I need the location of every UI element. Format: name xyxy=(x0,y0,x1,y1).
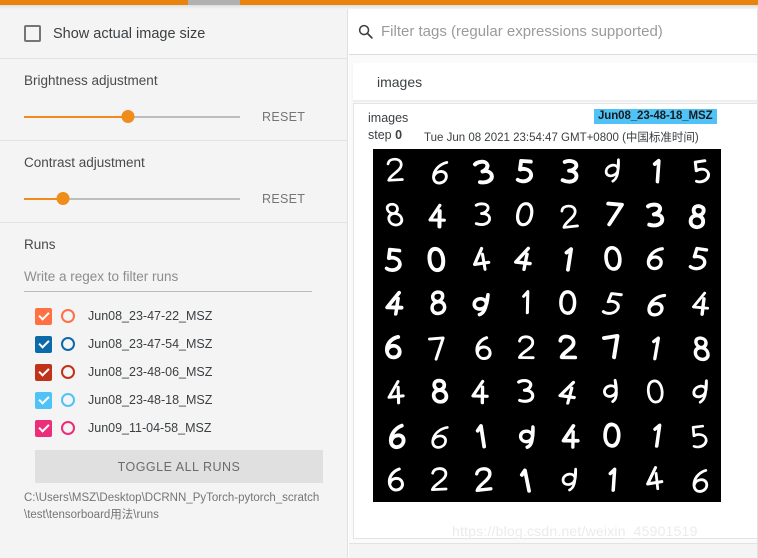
runs-filter-input[interactable] xyxy=(24,266,312,292)
brightness-adjustment-group: Brightness adjustment RESET xyxy=(0,59,347,140)
run-name-label: Jun08_23-47-54_MSZ xyxy=(88,337,212,351)
brightness-slider[interactable] xyxy=(24,116,240,118)
tag-group-header[interactable]: images xyxy=(353,63,758,101)
logdir-path: C:\Users\MSZ\Desktop\DCRNN_PyTorch-pytor… xyxy=(24,490,324,523)
main-panel: images images step 0 Jun08_23-48-18_MSZ … xyxy=(349,9,758,558)
contrast-reset-button[interactable]: RESET xyxy=(262,192,305,206)
brightness-label: Brightness adjustment xyxy=(24,73,323,88)
run-row[interactable]: Jun08_23-47-54_MSZ xyxy=(24,330,323,358)
brightness-reset-button[interactable]: RESET xyxy=(262,110,305,124)
step-value: 0 xyxy=(395,128,402,142)
run-color-circle-icon[interactable] xyxy=(61,365,75,379)
toggle-all-runs-button[interactable]: TOGGLE ALL RUNS xyxy=(35,450,323,483)
run-row[interactable]: Jun08_23-48-18_MSZ xyxy=(24,386,323,414)
sidebar: Show actual image size Brightness adjust… xyxy=(0,9,348,558)
image-card: images step 0 Jun08_23-48-18_MSZ Tue Jun… xyxy=(353,103,758,539)
run-checkbox[interactable] xyxy=(35,392,52,409)
run-color-circle-icon[interactable] xyxy=(61,393,75,407)
run-badge: Jun08_23-48-18_MSZ xyxy=(594,109,717,124)
run-name-label: Jun08_23-48-18_MSZ xyxy=(88,393,212,407)
runs-heading: Runs xyxy=(24,237,323,252)
run-color-circle-icon[interactable] xyxy=(61,309,75,323)
watermark-text: https://blog.csdn.net/weixin_45901519 xyxy=(452,523,698,539)
run-checkbox[interactable] xyxy=(35,336,52,353)
bottom-strip xyxy=(349,543,758,558)
image-card-timestamp: Tue Jun 08 2021 23:54:47 GMT+0800 (中国标准时… xyxy=(424,129,699,145)
run-row[interactable]: Jun08_23-47-22_MSZ xyxy=(24,302,323,330)
contrast-adjustment-group: Contrast adjustment RESET xyxy=(0,141,347,222)
brightness-slider-fill xyxy=(24,116,128,118)
run-checkbox[interactable] xyxy=(35,364,52,381)
run-color-circle-icon[interactable] xyxy=(61,421,75,435)
step-word: step xyxy=(368,128,392,142)
mnist-digit-grid-image[interactable] xyxy=(373,149,721,502)
show-actual-image-size-checkbox[interactable] xyxy=(24,25,41,42)
contrast-slider[interactable] xyxy=(24,198,240,200)
run-checkbox[interactable] xyxy=(35,308,52,325)
contrast-slider-thumb[interactable] xyxy=(56,192,69,205)
run-color-circle-icon[interactable] xyxy=(61,337,75,351)
run-name-label: Jun08_23-47-22_MSZ xyxy=(88,309,212,323)
run-row[interactable]: Jun08_23-48-06_MSZ xyxy=(24,358,323,386)
image-card-tag: images xyxy=(368,110,408,127)
runs-list: Jun08_23-47-22_MSZ Jun08_23-47-54_MSZ Jun0… xyxy=(24,302,323,442)
tag-group-title: images xyxy=(377,74,422,90)
run-name-label: Jun09_11-04-58_MSZ xyxy=(88,421,211,435)
show-actual-image-size-row[interactable]: Show actual image size xyxy=(0,9,347,58)
contrast-label: Contrast adjustment xyxy=(24,155,323,170)
run-row[interactable]: Jun09_11-04-58_MSZ xyxy=(24,414,323,442)
search-icon xyxy=(357,23,374,40)
run-checkbox[interactable] xyxy=(35,420,52,437)
image-card-step: step 0 xyxy=(368,127,408,144)
runs-group: Runs Jun08_23-47-22_MSZ Jun08_23-47-54_MS… xyxy=(0,223,347,483)
image-card-header: images step 0 Jun08_23-48-18_MSZ Tue Jun… xyxy=(354,104,758,148)
tag-filter-bar xyxy=(349,9,758,55)
run-name-label: Jun08_23-48-06_MSZ xyxy=(88,365,212,379)
tag-filter-input[interactable] xyxy=(381,20,758,44)
show-actual-image-size-label: Show actual image size xyxy=(53,26,205,42)
brightness-slider-thumb[interactable] xyxy=(121,110,134,123)
image-card-tag-block: images step 0 xyxy=(368,110,408,144)
